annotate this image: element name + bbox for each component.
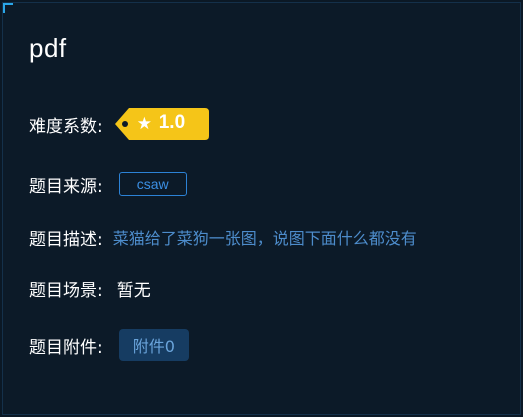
corner-decoration [3, 3, 13, 13]
challenge-title: pdf [29, 33, 67, 63]
difficulty-value: 1.0 [158, 112, 186, 133]
scene-label: 题目场景: [29, 280, 103, 301]
source-label: 题目来源: [29, 176, 103, 197]
star-icon: ★ [136, 114, 152, 134]
description-text: 菜猫给了菜狗一张图，说图下面什么都没有 [112, 229, 417, 248]
source-tag[interactable]: csaw [118, 172, 187, 196]
scene-row: 题目场景: 暂无 [29, 271, 151, 305]
difficulty-label: 难度系数: [29, 116, 103, 137]
source-row: 题目来源: csaw [29, 167, 187, 201]
scene-value: 暂无 [116, 280, 151, 301]
difficulty-badge: ★ 1.0 [114, 108, 209, 140]
attachment-button[interactable]: 附件0 [118, 329, 189, 361]
attachment-row: 题目附件: 附件0 [29, 328, 189, 362]
challenge-panel: pdf 难度系数: ★ 1.0 题目来源: csaw 题目描述: 菜猫给了菜狗一… [2, 2, 521, 415]
attachment-label: 题目附件: [29, 337, 103, 358]
description-label: 题目描述: [29, 229, 103, 250]
difficulty-row: 难度系数: ★ 1.0 [29, 107, 209, 141]
description-row: 题目描述: 菜猫给了菜狗一张图，说图下面什么都没有 [29, 220, 417, 254]
